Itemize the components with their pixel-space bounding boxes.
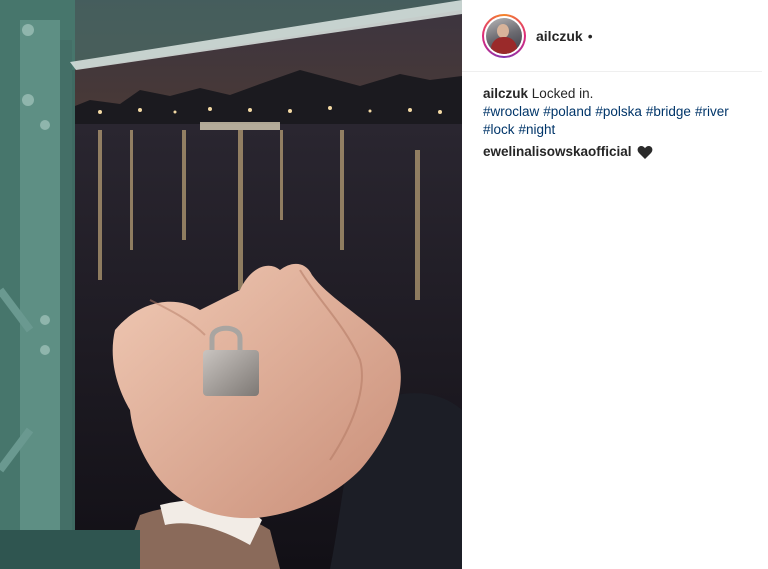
avatar-border [484,15,524,56]
caption-text: Locked in. [531,86,594,101]
hashtag-link[interactable]: #poland [543,104,591,119]
post-header: ailczuk • [462,0,762,72]
hashtag-list: #wroclaw #poland #polska #bridge #river #lock… [483,103,753,139]
author-username[interactable]: ailczuk [536,28,583,44]
avatar[interactable] [482,13,526,58]
avatar-image [486,17,522,54]
hashtag-link[interactable]: #wroclaw [483,104,539,119]
hashtag-link[interactable]: #polska [595,104,642,119]
comment-item: ewelinalisowskaofficial [483,143,653,161]
hashtag-link[interactable]: #river [695,104,729,119]
avatar-head-shape [497,23,509,38]
black-heart-icon [637,145,652,159]
hashtag-link[interactable]: #bridge [646,104,691,119]
username-separator: • [587,27,593,44]
avatar-body-shape [491,36,517,54]
post-photo[interactable] [0,0,462,569]
caption-username[interactable]: ailczuk [483,86,528,101]
post-sidebar: ailczuk • ailczuk Locked in. #wroclaw #po… [462,0,768,569]
photo-hands-padlock-night-river [0,0,462,569]
hashtag-link[interactable]: #lock [483,122,515,137]
comment-username[interactable]: ewelinalisowskaofficial [483,143,632,161]
hashtag-link[interactable]: #night [519,122,556,137]
caption: ailczuk Locked in. #wroclaw #poland #polsk… [483,85,753,139]
